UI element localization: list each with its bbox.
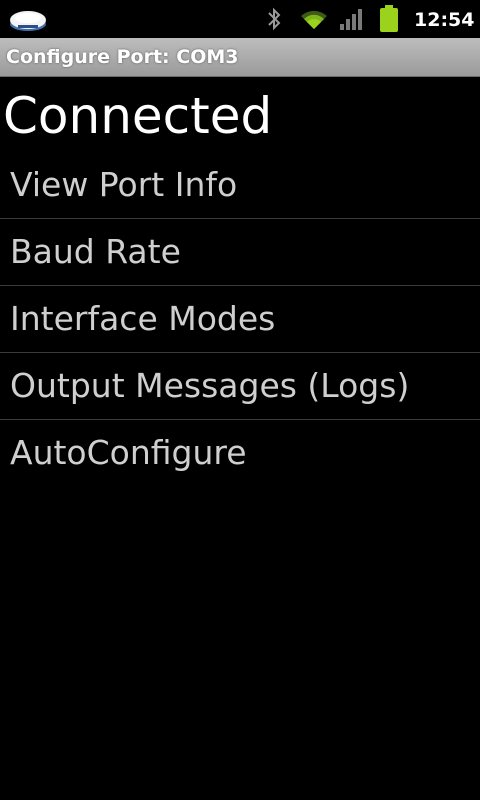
menu-item-label: Interface Modes bbox=[10, 299, 276, 338]
menu-item-view-port-info[interactable]: View Port Info bbox=[0, 152, 480, 219]
wifi-icon bbox=[301, 10, 327, 29]
connection-status: Connected bbox=[3, 87, 273, 145]
menu-item-label: AutoConfigure bbox=[10, 433, 247, 472]
menu-item-autoconfigure[interactable]: AutoConfigure bbox=[0, 420, 480, 486]
signal-icon bbox=[340, 9, 362, 30]
bluetooth-icon bbox=[268, 7, 281, 31]
menu-item-label: Output Messages (Logs) bbox=[10, 366, 410, 405]
menu-item-label: View Port Info bbox=[10, 165, 238, 204]
gps-device-icon bbox=[10, 11, 46, 31]
title-bar: Configure Port: COM3 bbox=[0, 38, 480, 77]
menu-list: View Port Info Baud Rate Interface Modes… bbox=[0, 152, 480, 486]
menu-item-interface-modes[interactable]: Interface Modes bbox=[0, 286, 480, 353]
clock: 12:54 bbox=[414, 9, 475, 31]
battery-icon bbox=[380, 5, 398, 32]
menu-item-baud-rate[interactable]: Baud Rate bbox=[0, 219, 480, 286]
menu-item-label: Baud Rate bbox=[10, 232, 181, 271]
menu-item-output-messages[interactable]: Output Messages (Logs) bbox=[0, 353, 480, 420]
status-bar: 12:54 bbox=[0, 0, 480, 38]
window-title: Configure Port: COM3 bbox=[6, 46, 239, 68]
